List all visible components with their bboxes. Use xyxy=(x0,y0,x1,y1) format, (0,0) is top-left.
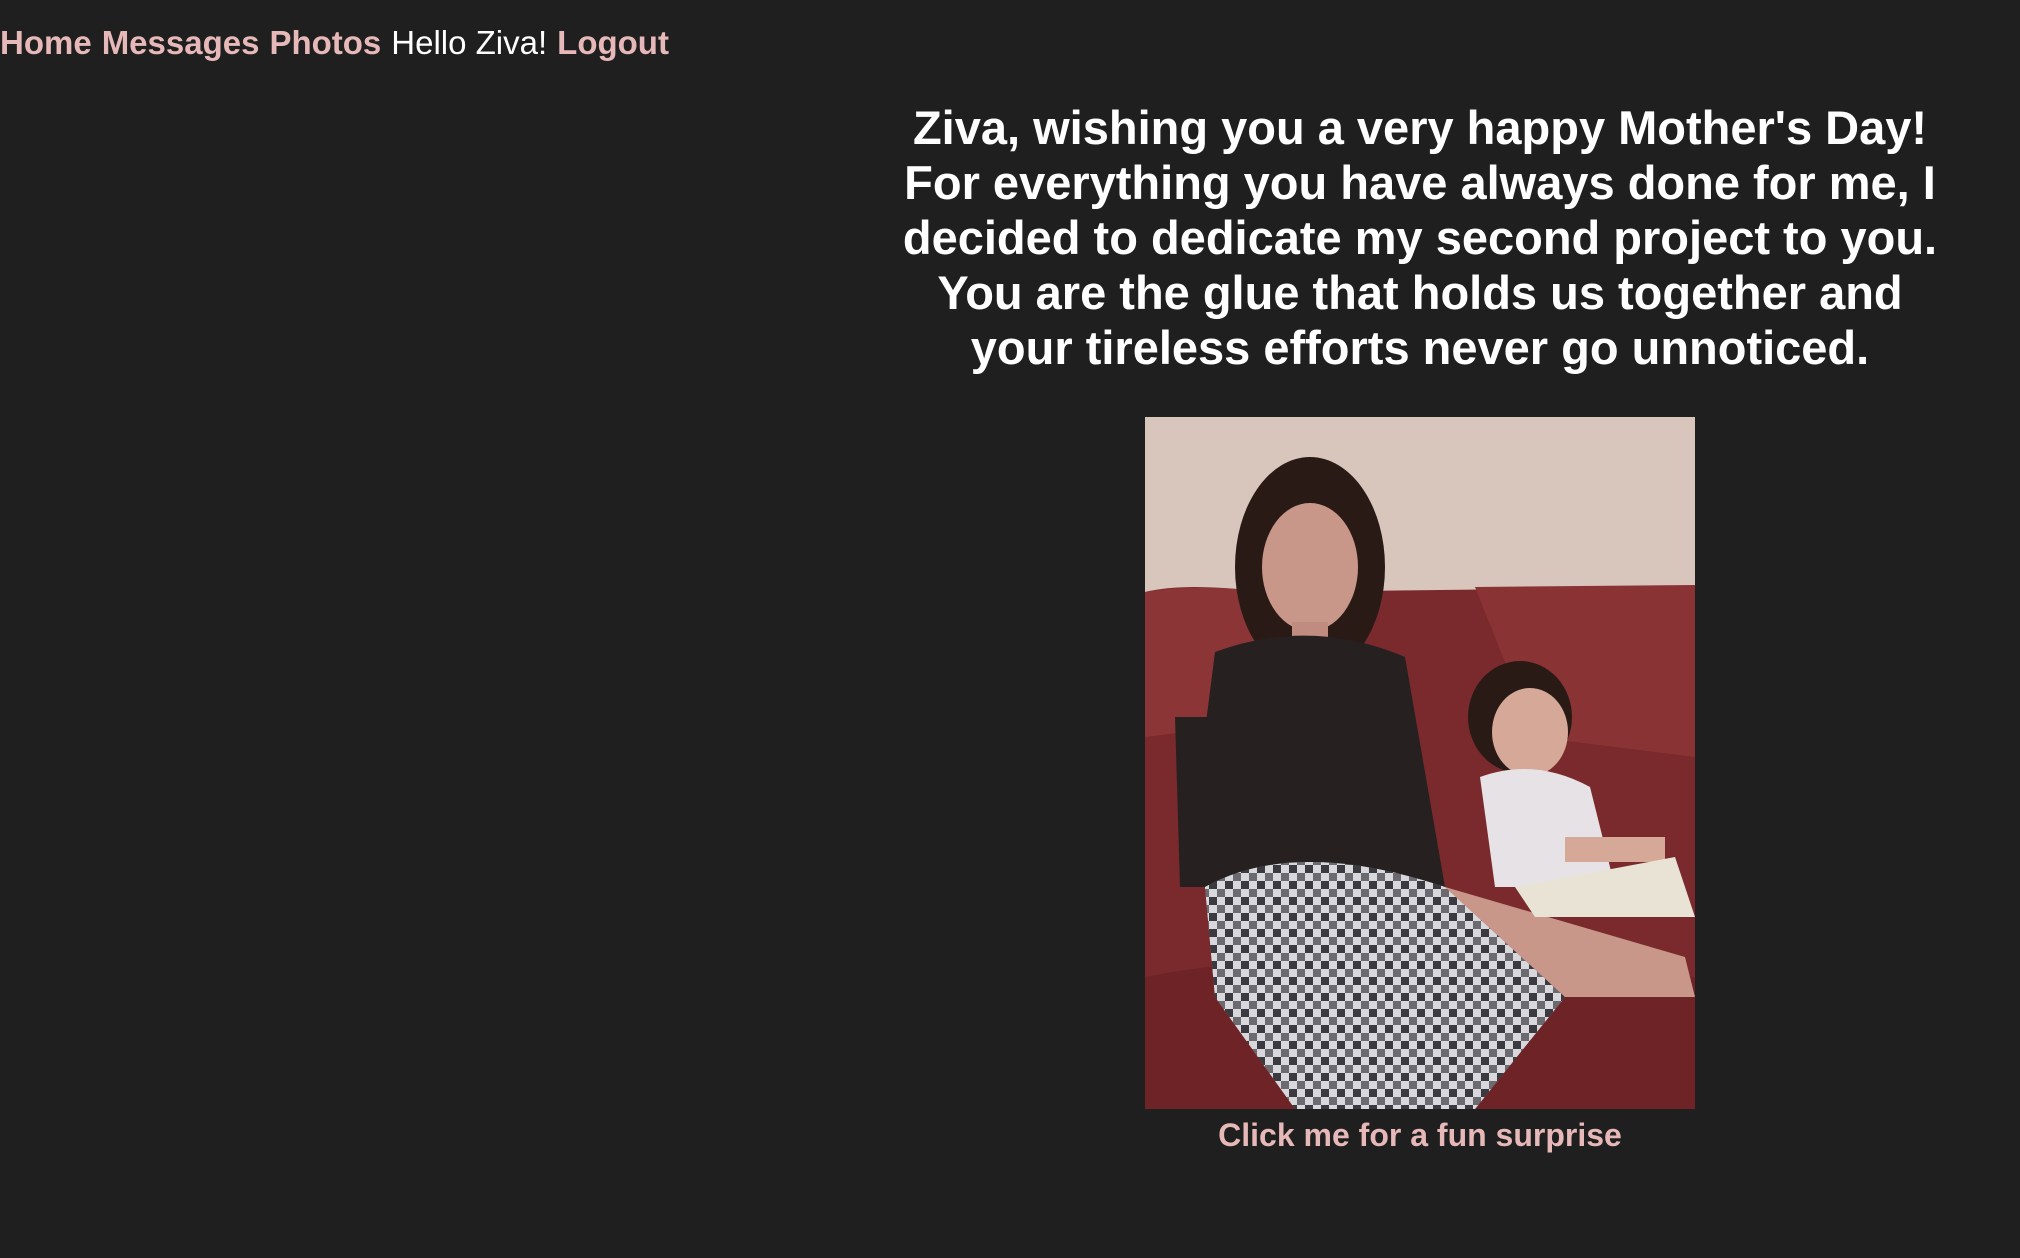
user-greeting: Hello Ziva! xyxy=(391,24,548,61)
top-nav: Home Messages Photos Hello Ziva! Logout xyxy=(0,22,679,64)
nav-messages-link[interactable]: Messages xyxy=(102,24,260,61)
nav-logout-link[interactable]: Logout xyxy=(557,24,669,61)
nav-photos-link[interactable]: Photos xyxy=(269,24,381,61)
main-content: Ziva, wishing you a very happy Mother's … xyxy=(880,100,1960,1155)
fun-surprise-link[interactable]: Click me for a fun surprise xyxy=(1218,1115,1622,1155)
mother-and-child-photo[interactable] xyxy=(1145,417,1695,1109)
mothers-day-message: Ziva, wishing you a very happy Mother's … xyxy=(902,101,1938,374)
photo-illustration xyxy=(1145,417,1695,1109)
nav-home-link[interactable]: Home xyxy=(0,24,92,61)
